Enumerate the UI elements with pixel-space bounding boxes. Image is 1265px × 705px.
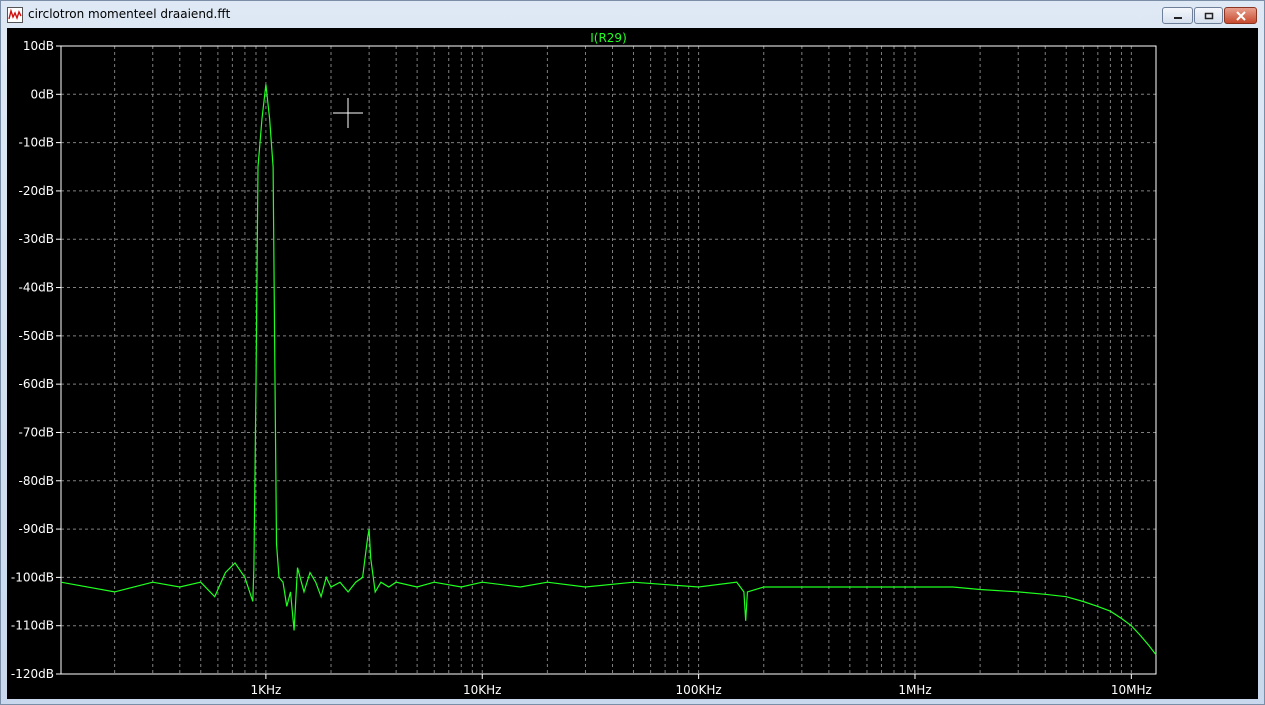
close-icon (1235, 10, 1246, 21)
app-window: circlotron momenteel draaiend.fft 10dB 0d… (0, 0, 1265, 705)
y-tick-label: -40dB (19, 281, 54, 295)
fft-plot[interactable]: 10dB 0dB -10dB -20dB -30dB -40dB -50dB -60dB -70… (7, 28, 1258, 699)
x-axis: 1KHz 10KHz 100KHz 1MHz 10MHz (250, 674, 1152, 697)
y-tick-label: -50dB (19, 329, 54, 343)
y-tick-label: -90dB (19, 522, 54, 536)
plot-grid (61, 45, 1156, 675)
crosshair-cursor (333, 98, 363, 128)
window-title: circlotron momenteel draaiend.fft (28, 7, 231, 21)
restore-icon (1204, 12, 1213, 19)
y-tick-label: -20dB (19, 184, 54, 198)
title-bar[interactable]: circlotron momenteel draaiend.fft (1, 1, 1264, 29)
y-tick-label: -10dB (19, 136, 54, 150)
maximize-button[interactable] (1194, 7, 1223, 24)
y-axis: 10dB 0dB -10dB -20dB -30dB -40dB -50dB -60dB -70… (11, 39, 61, 681)
x-tick-label: 10KHz (463, 683, 501, 697)
plot-border (60, 45, 1157, 675)
plot-pane[interactable]: 10dB 0dB -10dB -20dB -30dB -40dB -50dB -60dB -70… (7, 28, 1258, 699)
y-tick-label: -100dB (11, 570, 54, 584)
y-tick-label: -60dB (19, 377, 54, 391)
y-tick-label: 10dB (23, 39, 54, 53)
minimize-button[interactable] (1162, 7, 1193, 24)
x-tick-label: 100KHz (676, 683, 722, 697)
x-tick-label: 10MHz (1111, 683, 1152, 697)
plot-title[interactable]: I(R29) (590, 31, 627, 45)
y-tick-label: 0dB (31, 87, 54, 101)
x-tick-label: 1MHz (898, 683, 931, 697)
minimize-icon (1173, 16, 1182, 19)
x-tick-label: 1KHz (250, 683, 281, 697)
waveform-icon (7, 7, 23, 23)
close-button[interactable] (1224, 7, 1257, 24)
trace-i-r29 (60, 84, 1157, 656)
y-tick-label: -120dB (11, 667, 54, 681)
y-tick-label: -80dB (19, 474, 54, 488)
y-tick-label: -30dB (19, 232, 54, 246)
y-tick-label: -70dB (19, 425, 54, 439)
y-tick-label: -110dB (11, 619, 54, 633)
